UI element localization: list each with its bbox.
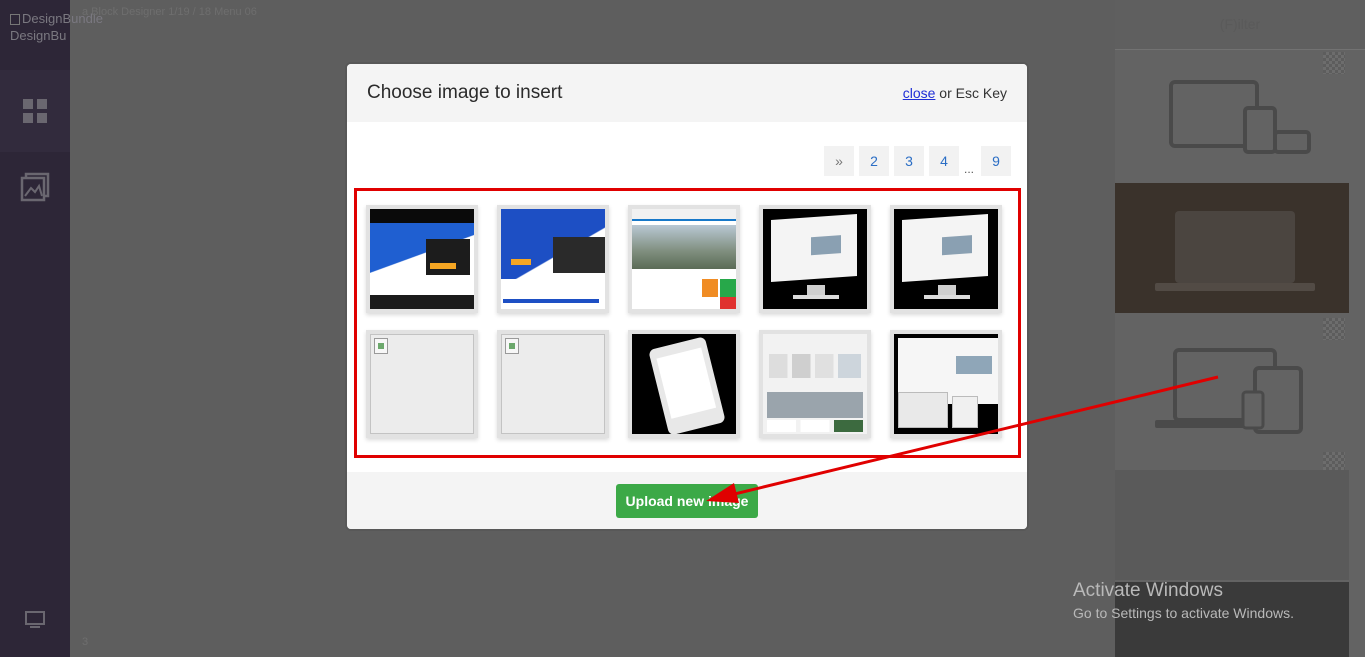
grid-icon	[23, 99, 47, 123]
modal-footer: Upload new image	[347, 472, 1027, 529]
image-thumbnail	[501, 209, 605, 309]
image-thumbnail	[763, 334, 867, 434]
block-thumbnail[interactable]	[1115, 470, 1349, 580]
image-tile[interactable]	[628, 330, 740, 438]
image-thumbnail	[894, 209, 998, 309]
image-tile[interactable]	[759, 205, 871, 313]
page-footer-text: 3	[82, 636, 89, 648]
block-thumbnail[interactable]	[1115, 183, 1349, 313]
pagination-page-3[interactable]: 3	[894, 146, 924, 176]
close-hint-text: or Esc Key	[935, 85, 1007, 101]
image-thumbnail	[501, 334, 605, 434]
filter-button[interactable]: (F)ilter	[1115, 0, 1365, 50]
image-tile[interactable]	[890, 330, 1002, 438]
image-thumbnail	[632, 334, 736, 434]
sidebar-item-preview[interactable]	[0, 600, 70, 640]
logo-text-secondary: DesignBu	[10, 28, 67, 43]
modal-header: Choose image to insert close or Esc Key	[347, 64, 1027, 122]
broken-image-icon	[505, 338, 519, 354]
watermark-title: Activate Windows	[1073, 580, 1223, 601]
image-gallery	[354, 188, 1021, 458]
image-thumbnail	[763, 209, 867, 309]
image-tile[interactable]	[628, 205, 740, 313]
image-tile[interactable]	[497, 205, 609, 313]
os-activation-watermark: Activate Windows Go to Settings to activ…	[1073, 580, 1294, 621]
modal-body: « 1 2 3 4 ... 9 »	[347, 122, 1027, 472]
image-tile[interactable]	[366, 330, 478, 438]
image-thumbnail	[370, 334, 474, 434]
watermark-subtitle: Go to Settings to activate Windows.	[1073, 605, 1294, 621]
pagination-ellipsis: ...	[963, 162, 974, 176]
app-logo[interactable]: DesignBundle DesignBu	[10, 10, 110, 70]
image-tile[interactable]	[366, 205, 478, 313]
broken-image-icon	[374, 338, 388, 354]
pagination-page-9[interactable]: 9	[981, 146, 1011, 176]
monitor-icon	[25, 611, 45, 628]
pagination-page-4[interactable]: 4	[929, 146, 959, 176]
broken-image-icon	[10, 14, 20, 26]
image-tile[interactable]	[890, 205, 1002, 313]
image-picker-modal: Choose image to insert close or Esc Key …	[345, 62, 1029, 531]
upload-new-image-button[interactable]: Upload new image	[615, 484, 759, 518]
app-sidebar: DesignBundle DesignBu	[0, 0, 103, 657]
block-library-panel: (F)ilter	[1115, 0, 1365, 657]
pagination: « 1 2 3 4 ... 9 »	[819, 146, 1011, 176]
images-icon	[20, 172, 50, 202]
modal-title: Choose image to insert	[367, 82, 563, 103]
devices-icon	[1155, 348, 1303, 434]
image-tile[interactable]	[497, 330, 609, 438]
devices-icon	[1169, 80, 1311, 154]
image-thumbnail	[894, 334, 998, 434]
block-thumbnail[interactable]	[1115, 316, 1349, 456]
image-tile[interactable]	[759, 330, 871, 438]
image-thumbnail	[370, 209, 474, 309]
sidebar-item-images[interactable]	[0, 152, 70, 222]
close-link[interactable]: close	[903, 85, 936, 101]
sidebar-item-blocks[interactable]	[0, 70, 70, 152]
pagination-page-1[interactable]: 1	[824, 146, 854, 176]
breadcrumb: a Block Designer 1/19 / 18 Menu 06	[82, 6, 257, 18]
laptop-photo	[1115, 183, 1349, 313]
image-thumbnail	[632, 209, 736, 309]
block-thumbnail[interactable]	[1115, 52, 1349, 172]
modal-close-hint: close or Esc Key	[903, 85, 1007, 101]
pagination-page-2[interactable]: 2	[859, 146, 889, 176]
